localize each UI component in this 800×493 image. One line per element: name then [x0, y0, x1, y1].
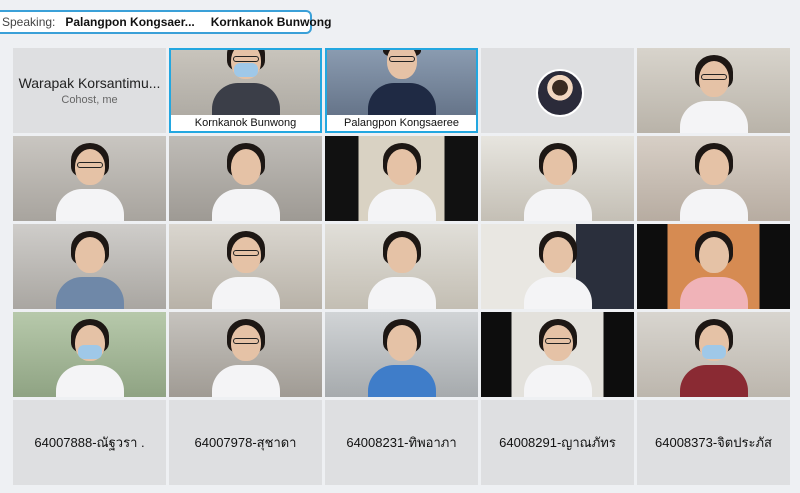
- participant-name: 64007978-สุชาดา: [194, 435, 297, 450]
- participant-name-caption: Kornkanok Bunwong: [171, 115, 320, 131]
- participant-figure: [679, 319, 748, 397]
- participant-gallery: Warapak Korsantimu... Cohost, me Kornkan…: [13, 48, 790, 486]
- participant-name-caption: Palangpon Kongsaeree: [327, 115, 476, 131]
- participant-figure: [523, 143, 592, 221]
- participant-tile-speaking[interactable]: Palangpon Kongsaeree: [325, 48, 478, 133]
- participant-tile[interactable]: [169, 312, 322, 397]
- participant-tile[interactable]: [481, 224, 634, 309]
- participant-tile-no-video[interactable]: 64007888-ณัฐวรา .: [13, 400, 166, 485]
- avatar: [535, 68, 584, 117]
- participant-figure: [211, 50, 280, 115]
- active-speaker-name[interactable]: Palangpon Kongsaer...: [65, 15, 194, 29]
- participant-figure: [367, 231, 436, 309]
- participant-tile-no-video[interactable]: 64008231-ทิพอาภา: [325, 400, 478, 485]
- participant-tile-no-video[interactable]: 64007978-สุชาดา: [169, 400, 322, 485]
- participant-figure: [367, 143, 436, 221]
- participant-tile[interactable]: [637, 136, 790, 221]
- participant-figure: [211, 319, 280, 397]
- participant-tile[interactable]: [13, 312, 166, 397]
- participant-figure: [367, 50, 436, 115]
- participant-figure: [211, 143, 280, 221]
- speaking-label: Speaking:: [2, 15, 56, 29]
- speaking-indicator: Speaking: Palangpon Kongsaer... Kornkano…: [0, 10, 331, 34]
- participant-tile[interactable]: [481, 136, 634, 221]
- participant-figure: [55, 231, 124, 309]
- participant-tile[interactable]: [13, 224, 166, 309]
- participant-tile[interactable]: [169, 136, 322, 221]
- participant-tile[interactable]: [325, 224, 478, 309]
- participant-name: 64008231-ทิพอาภา: [346, 435, 457, 450]
- participant-figure: [523, 319, 592, 397]
- participant-figure: [679, 143, 748, 221]
- participant-tile-avatar[interactable]: [481, 48, 634, 133]
- participant-name: 64008373-จิตประภัส: [655, 435, 772, 450]
- participant-tile[interactable]: [637, 48, 790, 133]
- participant-name: Warapak Korsantimu...: [18, 75, 161, 91]
- participant-role: Cohost, me: [61, 94, 118, 106]
- participant-tile-no-video[interactable]: 64008291-ญาณภัทร: [481, 400, 634, 485]
- participant-figure: [367, 319, 436, 397]
- participant-figure: [523, 231, 592, 309]
- participant-name: 64007888-ณัฐวรา .: [34, 435, 145, 450]
- participant-tile[interactable]: [325, 136, 478, 221]
- participant-figure: [211, 231, 280, 309]
- participant-tile-self[interactable]: Warapak Korsantimu... Cohost, me: [13, 48, 166, 133]
- participant-figure: [55, 319, 124, 397]
- participant-tile[interactable]: [481, 312, 634, 397]
- participant-figure: [55, 143, 124, 221]
- participant-figure: [679, 231, 748, 309]
- active-speaker-name[interactable]: Kornkanok Bunwong: [211, 15, 332, 29]
- participant-figure: [679, 55, 748, 133]
- participant-tile[interactable]: [13, 136, 166, 221]
- participant-tile[interactable]: [169, 224, 322, 309]
- participant-tile-speaking[interactable]: Kornkanok Bunwong: [169, 48, 322, 133]
- participant-tile[interactable]: [325, 312, 478, 397]
- participant-tile[interactable]: [637, 312, 790, 397]
- participant-tile-no-video[interactable]: 64008373-จิตประภัส: [637, 400, 790, 485]
- participant-tile[interactable]: [637, 224, 790, 309]
- participant-name: 64008291-ญาณภัทร: [499, 435, 616, 450]
